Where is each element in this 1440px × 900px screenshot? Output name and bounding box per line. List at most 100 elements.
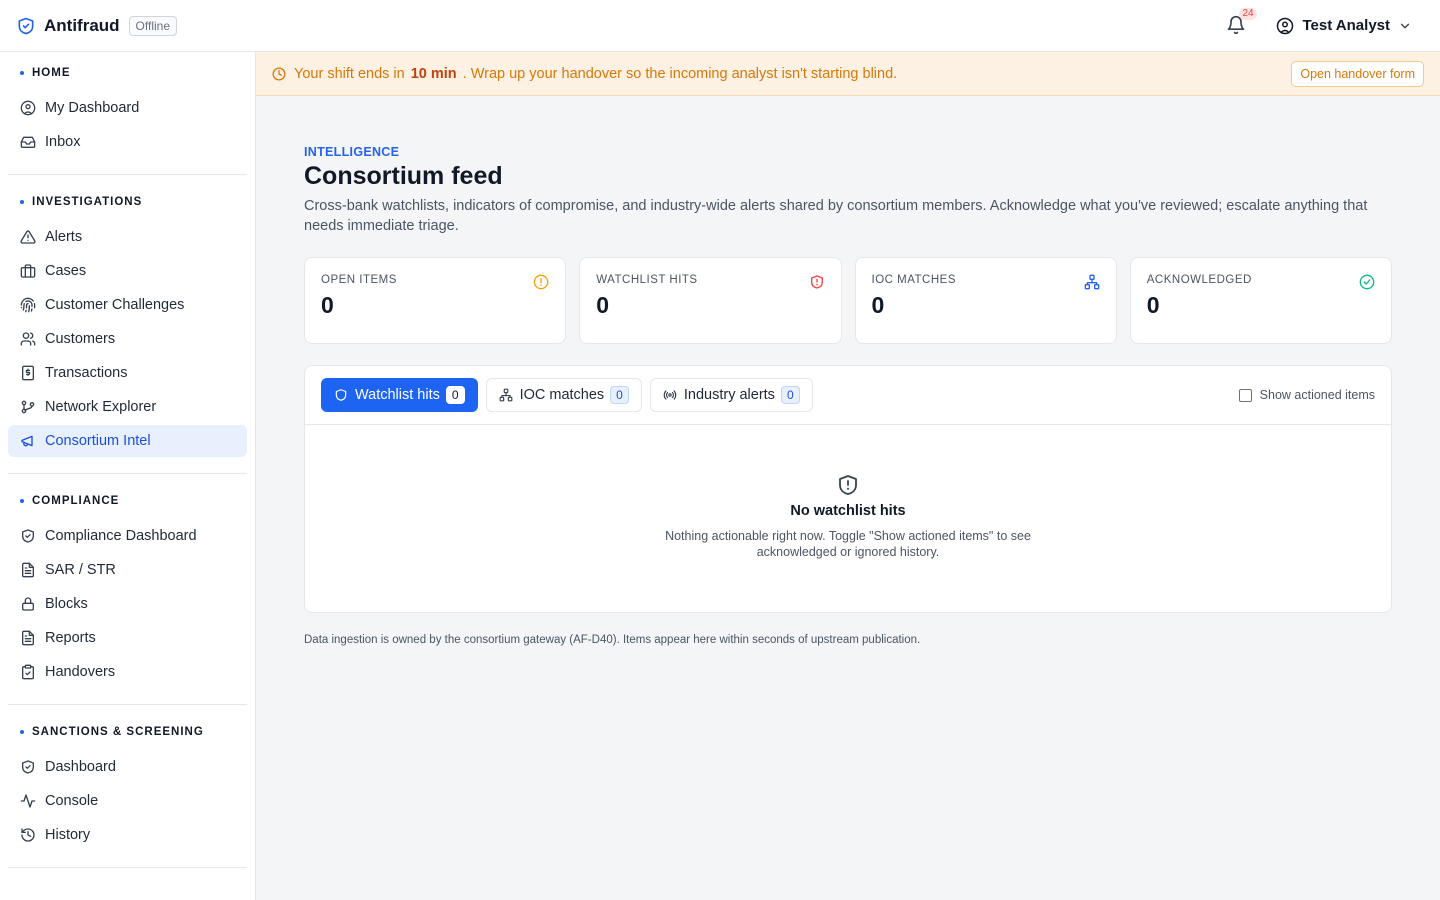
- chevron-down-icon: [1400, 23, 1410, 28]
- sidebar-item-reports[interactable]: Reports: [8, 622, 247, 654]
- sidebar-section-title: HOME: [8, 63, 247, 83]
- sidebar-item-label: Customer Challenges: [45, 297, 185, 313]
- activity-icon: [20, 793, 36, 809]
- sidebar-section: HOME My Dashboard Inbox: [0, 52, 255, 158]
- sidebar-item-label: Dashboard: [45, 759, 116, 775]
- stat-value: 0: [871, 292, 885, 318]
- sidebar-item-customer-challenges[interactable]: Customer Challenges: [8, 289, 247, 321]
- top-bar: Antifraud Offline 24 Test Analyst: [0, 0, 1440, 52]
- sidebar-item-label: SAR / STR: [45, 562, 116, 578]
- users-icon: [20, 331, 36, 347]
- app-name: Antifraud: [44, 15, 120, 35]
- sidebar-item-label: History: [45, 827, 91, 843]
- tab-count-badge: 0: [780, 386, 800, 404]
- sidebar-item-my-dashboard[interactable]: My Dashboard: [8, 92, 247, 124]
- tab-label: Watchlist hits: [355, 387, 440, 403]
- feed-panel: Watchlist hits 0 IOC matches 0 Industry …: [304, 365, 1392, 613]
- stat-value: 0: [596, 292, 610, 318]
- tab-industry-alerts[interactable]: Industry alerts 0: [649, 378, 813, 412]
- lock-icon: [20, 596, 36, 612]
- toggle-label: Show actioned items: [1259, 388, 1375, 402]
- document-icon: [20, 630, 36, 646]
- sidebar-item-label: Cases: [45, 263, 87, 279]
- sidebar-item-customers[interactable]: Customers: [8, 323, 247, 355]
- megaphone-icon: [20, 433, 36, 449]
- check-circle-icon: [1359, 274, 1375, 290]
- sidebar-section: SANCTIONS & SCREENING Dashboard Console His…: [0, 705, 255, 851]
- sidebar-item-inbox[interactable]: Inbox: [8, 126, 247, 158]
- tab-label: Industry alerts: [683, 387, 775, 403]
- fingerprint-icon: [20, 297, 36, 313]
- notifications-button[interactable]: 24: [1226, 7, 1257, 37]
- tab-label: IOC matches: [519, 387, 605, 403]
- sidebar-item-label: Inbox: [45, 134, 81, 150]
- open-handover-form-button[interactable]: Open handover form: [1291, 60, 1424, 87]
- stat-card-ioc-matches: IOC MATCHES 0: [854, 257, 1117, 344]
- sidebar-item-label: Compliance Dashboard: [45, 528, 197, 544]
- sidebar-item-label: Console: [45, 793, 99, 809]
- sidebar-item-dashboard[interactable]: Dashboard: [8, 751, 247, 783]
- show-actioned-checkbox[interactable]: [1238, 388, 1252, 402]
- tab-watchlist-hits[interactable]: Watchlist hits 0: [321, 378, 478, 412]
- git-branch-icon: [20, 399, 36, 415]
- sidebar-item-history[interactable]: History: [8, 819, 247, 851]
- sidebar-item-label: Consortium Intel: [45, 433, 151, 449]
- shield-check-icon: [16, 16, 36, 36]
- document-icon: [20, 562, 36, 578]
- shift-warning-banner: Your shift ends in 10 min. Wrap up your h…: [256, 52, 1440, 96]
- stat-card-acknowledged: ACKNOWLEDGED 0: [1129, 257, 1392, 344]
- stats-row: OPEN ITEMS 0 WATCHLIST HITS 0 IOC MATCHE…: [304, 257, 1392, 344]
- sidebar-section-title: COMPLIANCE: [8, 491, 247, 511]
- empty-state-title: No watchlist hits: [790, 503, 906, 519]
- sidebar-item-label: Network Explorer: [45, 399, 157, 415]
- page-description: Cross-bank watchlists, indicators of com…: [304, 198, 1368, 234]
- empty-state: No watchlist hits Nothing actionable rig…: [305, 425, 1391, 560]
- sidebar-section-title: INVESTIGATIONS: [8, 192, 247, 212]
- alert-circle-icon: [533, 274, 549, 290]
- user-circle-icon: [20, 100, 36, 116]
- clock-icon: [272, 67, 286, 80]
- sidebar-item-handovers[interactable]: Handovers: [8, 656, 247, 688]
- page-eyebrow: INTELLIGENCE: [304, 145, 400, 159]
- sidebar-item-sar-str[interactable]: SAR / STR: [8, 554, 247, 586]
- shield-check-icon: [20, 528, 36, 544]
- brand[interactable]: Antifraud Offline: [16, 15, 178, 36]
- user-circle-icon: [1277, 17, 1294, 34]
- sidebar-section: INVESTIGATIONS Alerts Cases Customer Challe…: [0, 175, 255, 457]
- tab-count-badge: 0: [610, 386, 629, 404]
- shield-alert-icon: [836, 473, 860, 497]
- stat-value: 0: [1146, 292, 1160, 318]
- notification-count-badge: 24: [1239, 7, 1257, 20]
- sidebar: HOME My Dashboard Inbox INVESTIGATIONS Alert…: [0, 52, 256, 900]
- shield-icon: [334, 388, 348, 402]
- briefcase-icon: [20, 263, 36, 279]
- sidebar-divider: [8, 867, 247, 868]
- sidebar-item-label: Transactions: [45, 365, 128, 381]
- section-dot: [20, 730, 24, 734]
- sidebar-item-alerts[interactable]: Alerts: [8, 221, 247, 253]
- clipboard-check-icon: [20, 664, 36, 680]
- show-actioned-toggle[interactable]: Show actioned items: [1238, 388, 1375, 402]
- sidebar-item-cases[interactable]: Cases: [8, 255, 247, 287]
- page-title: Consortium feed: [304, 162, 503, 190]
- empty-state-description: Nothing actionable right now. Toggle "Sh…: [665, 529, 1031, 559]
- sidebar-item-console[interactable]: Console: [8, 785, 247, 817]
- sidebar-item-transactions[interactable]: Transactions: [8, 357, 247, 389]
- network-icon: [499, 388, 513, 402]
- sidebar-item-consortium-intel[interactable]: Consortium Intel: [8, 425, 247, 457]
- sidebar-item-network-explorer[interactable]: Network Explorer: [8, 391, 247, 423]
- history-icon: [20, 827, 36, 843]
- footnote: Data ingestion is owned by the consortiu…: [304, 634, 921, 646]
- receipt-icon: [20, 365, 36, 381]
- shield-check-icon: [20, 759, 36, 775]
- sidebar-item-label: Alerts: [45, 229, 83, 245]
- sidebar-item-blocks[interactable]: Blocks: [8, 588, 247, 620]
- tab-ioc-matches[interactable]: IOC matches 0: [485, 378, 642, 412]
- section-dot: [20, 499, 24, 503]
- user-menu[interactable]: Test Analyst: [1276, 17, 1412, 35]
- sidebar-item-compliance-dashboard[interactable]: Compliance Dashboard: [8, 520, 247, 552]
- sidebar-item-label: Blocks: [45, 596, 88, 612]
- status-badge: Offline: [128, 15, 178, 36]
- sidebar-item-label: Customers: [45, 331, 116, 347]
- stat-card-watchlist-hits: WATCHLIST HITS 0: [579, 257, 842, 344]
